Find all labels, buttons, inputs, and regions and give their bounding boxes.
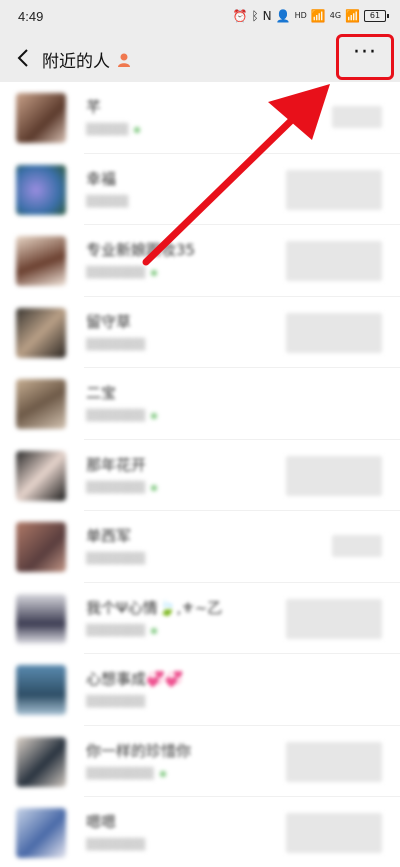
distance-text: ▒▒▒▒▒▒▒	[86, 409, 158, 422]
list-item[interactable]: 芊 ▒▒▒▒▒	[0, 82, 400, 154]
more-options-button[interactable]: ···	[336, 34, 394, 80]
list-item[interactable]: 留守草 ▒▒▒▒▒▒▒	[0, 296, 400, 368]
hd-signal-icon: HD	[294, 11, 307, 20]
person-name: 幸福	[86, 169, 117, 188]
battery-icon: 61	[364, 10, 389, 22]
signature-thumb	[332, 106, 382, 128]
alarm-icon: ⏰	[232, 9, 248, 23]
distance-text: ▒▒▒▒▒▒▒	[86, 266, 158, 279]
distance-text: ▒▒▒▒▒▒▒	[86, 624, 158, 637]
person-name: 你一样的珍惜你	[86, 741, 192, 760]
nav-bar: 附近的人 ···	[0, 34, 400, 82]
signature-thumb	[286, 598, 382, 639]
avatar	[16, 665, 66, 715]
page-title-text: 附近的人	[42, 52, 110, 72]
person-name: 专业新娘跟妆35	[86, 241, 196, 259]
distance-text: ▒▒▒▒▒▒▒	[86, 695, 146, 708]
signature-thumb	[286, 169, 382, 210]
list-item[interactable]: 专业新娘跟妆35 ▒▒▒▒▒▒▒	[0, 225, 400, 297]
avatar	[16, 379, 66, 429]
list-item[interactable]: 嗯嗯 ▒▒▒▒▒▒▒	[0, 797, 400, 867]
distance-text: ▒▒▒▒▒▒▒▒	[86, 767, 166, 780]
signature-thumb	[286, 455, 382, 496]
signature-thumb	[332, 535, 382, 557]
nfc-icon: N	[262, 9, 272, 23]
avatar	[16, 450, 66, 501]
signature-thumb	[286, 813, 382, 853]
list-item[interactable]: 那年花开 ▒▒▒▒▒▒▒	[0, 439, 400, 511]
person-icon	[118, 53, 130, 67]
signature-thumb	[286, 741, 382, 782]
distance-text: ▒▒▒▒▒▒▒	[86, 481, 158, 494]
signal-icon: 📶	[310, 9, 326, 23]
list-item[interactable]: 我个Ψ心情🍃,⚜~乙 ▒▒▒▒▒▒▒	[0, 582, 400, 654]
person-name: 心想事成💞💞	[86, 670, 184, 688]
avatar	[16, 736, 66, 787]
status-time: 4:49	[18, 9, 44, 24]
signal-icon-2: 📶	[345, 9, 360, 23]
signature-thumb	[286, 312, 382, 353]
person-name: 单西军	[86, 527, 132, 545]
more-icon[interactable]: ···	[353, 42, 377, 64]
person-name: 二宝	[86, 384, 117, 402]
page-title: 附近的人	[42, 47, 132, 72]
person-name: 那年花开	[86, 455, 147, 474]
list-item[interactable]: 你一样的珍惜你 ▒▒▒▒▒▒▒▒	[0, 725, 400, 797]
list-item[interactable]: 单西军 ▒▒▒▒▒▒▒	[0, 511, 400, 583]
status-bar: 4:49 ⏰ ᛒ N 👤 HD 📶 4G 📶 61	[0, 0, 400, 34]
bluetooth-icon: ᛒ	[251, 9, 259, 23]
avatar	[16, 236, 66, 286]
distance-text: ▒▒▒▒▒▒▒	[86, 552, 146, 565]
status-icons: ⏰ ᛒ N 👤 HD 📶 4G 📶 61	[232, 8, 389, 24]
avatar	[16, 593, 66, 644]
avatar	[16, 93, 66, 143]
person-name: 芊	[86, 98, 102, 116]
person-name: 留守草	[86, 312, 132, 331]
4g-signal-icon: 4G	[329, 11, 342, 20]
avatar	[16, 522, 66, 572]
distance-text: ▒▒▒▒▒	[86, 194, 129, 208]
avatar	[16, 164, 66, 215]
back-arrow-icon[interactable]	[12, 46, 36, 70]
person-name: 我个Ψ心情🍃,⚜~乙	[86, 598, 223, 617]
list-item[interactable]: 二宝 ▒▒▒▒▒▒▒	[0, 368, 400, 440]
people-list: 芊 ▒▒▒▒▒ 幸福 ▒▒▒▒▒ 专业新娘跟妆35 ▒▒▒▒▒▒▒ 留守草 ▒▒…	[0, 82, 400, 867]
signature-thumb	[286, 241, 382, 281]
avatar	[16, 307, 66, 358]
person-name: 嗯嗯	[86, 813, 117, 831]
list-item[interactable]: 幸福 ▒▒▒▒▒	[0, 153, 400, 225]
person-icon: 👤	[275, 9, 291, 23]
distance-text: ▒▒▒▒▒▒▒	[86, 838, 146, 851]
avatar	[16, 808, 66, 858]
distance-text: ▒▒▒▒▒	[86, 123, 141, 136]
list-item[interactable]: 心想事成💞💞 ▒▒▒▒▒▒▒	[0, 654, 400, 726]
distance-text: ▒▒▒▒▒▒▒	[86, 337, 146, 351]
